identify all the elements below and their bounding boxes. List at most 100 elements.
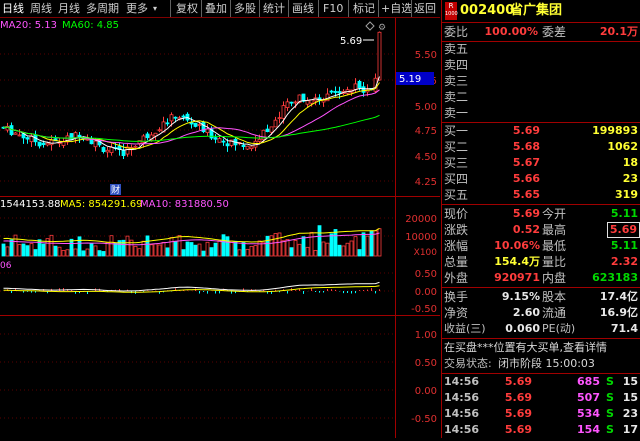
volume-bar	[21, 243, 26, 257]
tab-multi-period[interactable]: 多周期	[86, 2, 119, 16]
volume-bar	[213, 242, 218, 257]
tick-row: 14:56 5.69 154 S 17	[444, 423, 638, 436]
candle-body	[13, 132, 18, 135]
mark-button[interactable]: 标记	[353, 2, 375, 16]
diamond-marker-icon	[365, 21, 375, 31]
volume-bar	[149, 244, 154, 257]
statistics-button[interactable]: 统计	[263, 2, 285, 16]
volume-bar	[285, 239, 290, 257]
volume-bar	[325, 242, 330, 257]
empty-panel-tick: -0.50	[411, 414, 437, 425]
ma-line	[3, 227, 380, 244]
empty-panel-tick: 0.00	[415, 386, 437, 397]
price-tick: 4.75	[415, 126, 437, 137]
add-watchlist-button[interactable]: +自选	[381, 2, 412, 16]
ask-row-1[interactable]: 卖一	[442, 104, 640, 122]
overlay-button[interactable]: 叠加	[205, 2, 227, 16]
f10-button[interactable]: F10	[323, 2, 343, 16]
volume-bar	[345, 242, 350, 257]
tab-more[interactable]: 更多	[126, 2, 148, 16]
volume-bar	[133, 245, 138, 257]
candle-body	[333, 91, 338, 93]
candle-body	[41, 142, 46, 146]
volume-bar	[233, 240, 238, 257]
volume-bar	[301, 236, 306, 257]
volume-bar	[113, 242, 118, 257]
candle-body	[173, 116, 178, 119]
candle-body	[101, 147, 106, 152]
volume-bar	[145, 235, 150, 257]
tick-row: 14:56 5.69 685 S 15	[444, 375, 638, 388]
volume-bar	[229, 240, 234, 257]
kline-chart-svg[interactable]: MA20: 5.13 MA60: 4.85 1544153.88 MA5: 85…	[0, 18, 440, 438]
candle-body	[217, 138, 222, 143]
volume-bar	[273, 233, 278, 257]
volume-bar	[85, 248, 90, 257]
volume-bar	[297, 243, 302, 257]
tab-daily[interactable]: 日线	[2, 2, 24, 16]
volume-bar	[305, 246, 310, 257]
candle-body	[157, 129, 162, 132]
candle-body	[17, 134, 22, 137]
volume-bar	[101, 251, 106, 257]
candlestick-series	[1, 31, 382, 159]
toolbar-divider	[230, 0, 231, 17]
toolbar-divider	[378, 0, 379, 17]
volume-bar	[93, 245, 98, 257]
candle-body	[289, 101, 294, 104]
volume-bar	[165, 247, 170, 257]
volume-bars	[1, 225, 382, 257]
tab-monthly[interactable]: 月线	[58, 2, 80, 16]
volume-bar	[173, 241, 178, 257]
volume-bar	[329, 233, 334, 257]
stat-row-outer-inner: 外盘 920971 内盘 623183	[444, 271, 638, 285]
candle-body	[225, 143, 230, 147]
current-price-tag: 5.19	[399, 74, 421, 85]
candle-body	[193, 122, 198, 127]
back-button[interactable]: 返回	[414, 2, 436, 16]
volume-bar	[193, 244, 198, 257]
price-tick: 4.25	[415, 177, 437, 188]
volume-bar	[69, 238, 74, 257]
volume-bar	[125, 235, 130, 257]
volume-bar	[189, 242, 194, 257]
price-tick: 5.50	[415, 50, 437, 61]
more-dropdown-icon[interactable]: ▾	[153, 2, 157, 16]
restore-rights-button[interactable]: 复权	[176, 2, 198, 16]
settings-gear-icon[interactable]: ⚙	[378, 23, 386, 33]
volume-bar	[221, 234, 226, 257]
volume-bar	[201, 250, 206, 257]
volume-bar	[65, 249, 70, 257]
bid-row-5[interactable]: 买五 5.65 319	[442, 186, 640, 204]
financial-report-badge-label: 财	[111, 184, 120, 196]
volume-bar	[281, 240, 286, 257]
volume-bar	[349, 240, 354, 257]
volume-ma10-legend: MA10: 831880.50	[140, 199, 229, 210]
volume-bar	[73, 248, 78, 257]
toolbar-divider	[259, 0, 260, 17]
stat-row-eps: 收益(三) 0.060 PE(动) 71.4	[444, 322, 638, 335]
price-tick: 4.50	[415, 152, 437, 163]
volume-bar	[277, 232, 282, 257]
empty-panel-tick: 0.50	[415, 358, 437, 369]
candle-body	[305, 100, 310, 105]
candle-body	[25, 137, 30, 140]
volume-bar	[225, 236, 230, 257]
multi-stock-button[interactable]: 多股	[234, 2, 256, 16]
draw-line-button[interactable]: 画线	[292, 2, 314, 16]
candle-body	[273, 119, 278, 128]
volume-bar	[205, 241, 210, 257]
chart-area[interactable]: MA20: 5.13 MA60: 4.85 1544153.88 MA5: 85…	[0, 18, 440, 438]
candle-body	[329, 90, 334, 93]
quote-panel: R 1000 002400 省广集团 委比 100.00% 委差 20.1万 卖…	[441, 0, 640, 438]
tab-weekly[interactable]: 周线	[30, 2, 52, 16]
volume-tick: 10000	[405, 232, 437, 243]
volume-tick: 20000	[405, 214, 437, 225]
toolbar-divider	[318, 0, 319, 17]
volume-bar	[41, 243, 46, 257]
volume-bar	[1, 243, 6, 257]
volume-bar	[97, 250, 102, 257]
volume-bar	[237, 249, 242, 257]
candle-body	[45, 142, 50, 146]
toolbar-divider	[411, 0, 412, 17]
